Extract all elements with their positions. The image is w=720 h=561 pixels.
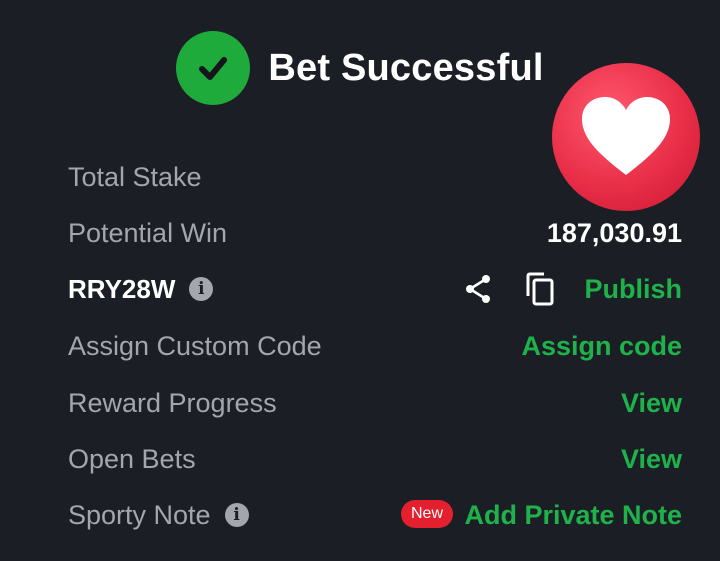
reward-progress-label: Reward Progress [68, 388, 277, 418]
booking-code-row: RRY28W i Publish [0, 269, 720, 309]
assign-code-button[interactable]: Assign code [521, 326, 682, 366]
new-badge: New [401, 500, 454, 528]
custom-code-row: Assign Custom Code Assign code [0, 326, 720, 366]
info-icon[interactable]: i [224, 502, 249, 527]
custom-code-label: Assign Custom Code [68, 331, 322, 361]
page-title: Bet Successful [268, 46, 544, 89]
publish-button[interactable]: Publish [584, 269, 682, 309]
booking-code: RRY28W i [68, 269, 214, 309]
share-button[interactable] [462, 273, 494, 305]
sporty-note-label: Sporty Note [68, 500, 211, 530]
potential-win-label: Potential Win [68, 218, 228, 248]
copy-button[interactable] [524, 272, 556, 306]
open-bets-view-button[interactable]: View [621, 439, 682, 479]
total-stake-label: Total Stake [68, 162, 202, 192]
sporty-note-row: Sporty Note i New Add Private Note [0, 495, 720, 535]
open-bets-label: Open Bets [68, 444, 196, 474]
booking-code-text: RRY28W [68, 274, 176, 304]
add-private-note-button[interactable]: Add Private Note [464, 495, 682, 535]
potential-win-row: Potential Win 187,030.91 [0, 213, 720, 253]
share-icon [466, 275, 490, 303]
check-circle-icon [176, 31, 251, 105]
reward-progress-row: Reward Progress View [0, 383, 720, 423]
total-stake-row: Total Stake [0, 157, 720, 197]
potential-win-value: 187,030.91 [546, 218, 682, 248]
reward-progress-view-button[interactable]: View [621, 383, 682, 423]
copy-icon [526, 272, 554, 306]
sporty-note: Sporty Note i [68, 495, 249, 535]
info-icon[interactable]: i [189, 277, 214, 302]
open-bets-row: Open Bets View [0, 439, 720, 479]
